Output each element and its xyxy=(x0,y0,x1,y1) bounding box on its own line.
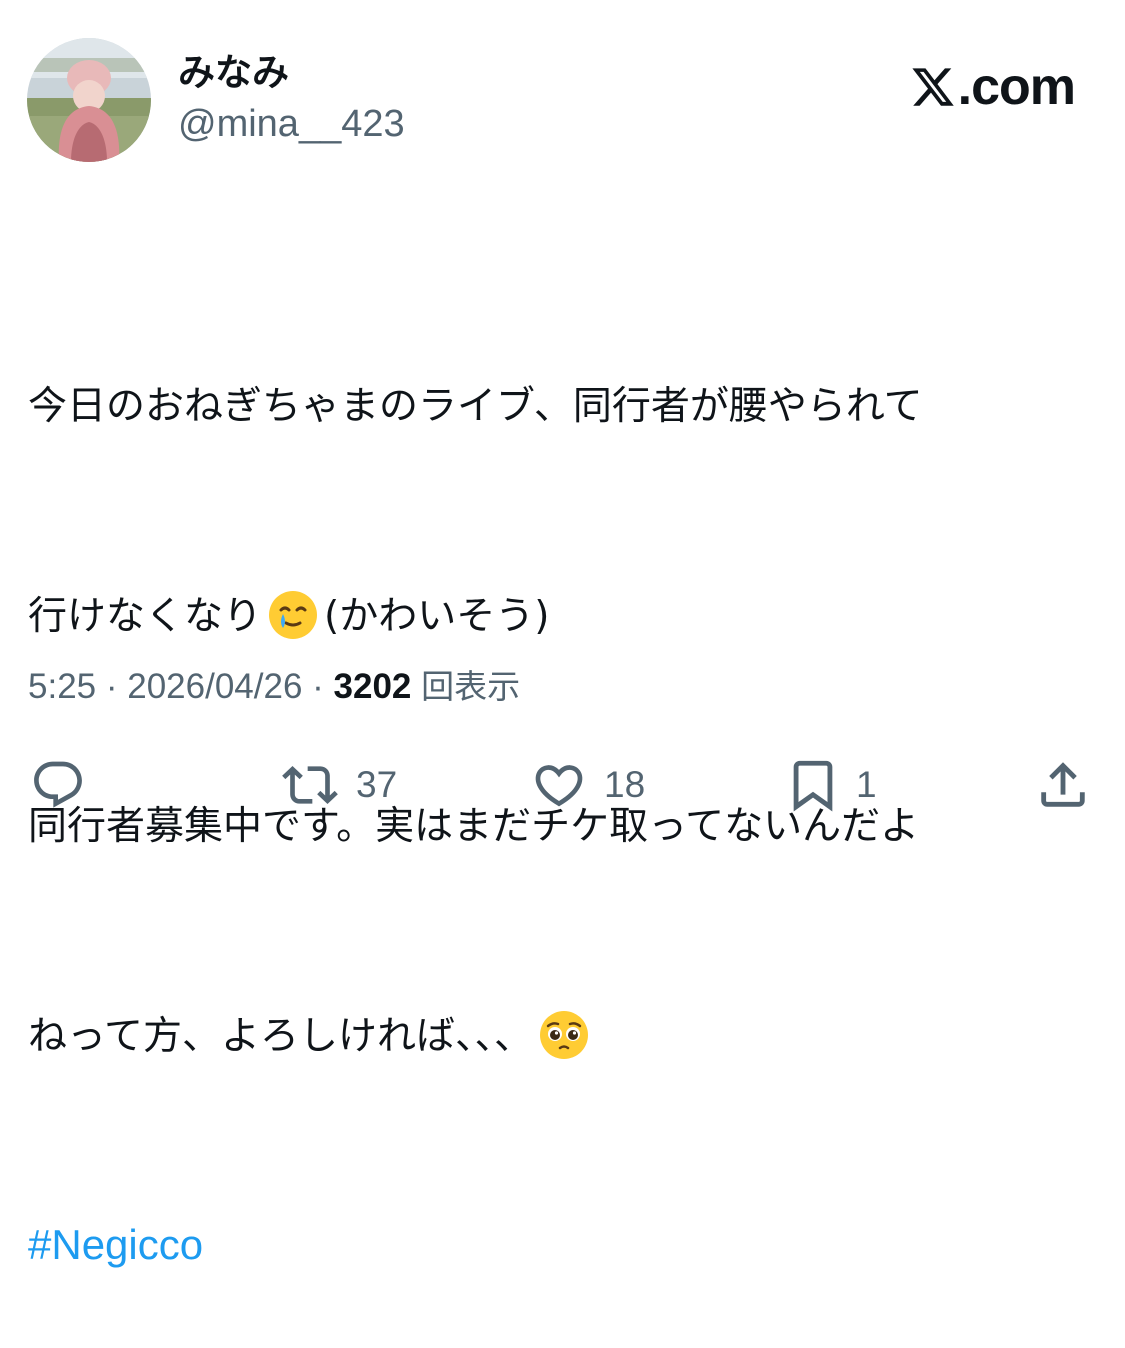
reply-button[interactable] xyxy=(30,757,86,813)
brand-logo: .com xyxy=(910,58,1076,116)
share-button[interactable] xyxy=(1034,757,1092,813)
pleading-face-emoji xyxy=(540,1010,589,1059)
tweet-line-2-start: 行けなくなり xyxy=(28,594,263,639)
display-name[interactable]: みなみ xyxy=(178,50,289,96)
retweet-icon xyxy=(282,766,338,804)
bookmark-icon xyxy=(793,760,833,812)
avatar-photo xyxy=(27,38,151,162)
views-label: 回表示 xyxy=(421,667,521,706)
hashtag-link[interactable]: #Negicco xyxy=(28,1212,1098,1278)
reply-icon xyxy=(34,761,82,808)
avatar[interactable] xyxy=(27,38,151,162)
share-icon xyxy=(1041,762,1085,807)
x-logo-icon xyxy=(912,68,954,106)
tweet-metadata: 5:25 · 2026/04/26 · 3202 回表示 xyxy=(28,662,520,712)
like-button[interactable]: 18 xyxy=(528,757,645,813)
tweet-line-1: 今日のおねぎちゃまのライブ、同行者が腰やられて xyxy=(28,384,923,429)
heart-icon xyxy=(535,765,583,807)
views-count: 3202 xyxy=(333,667,412,706)
like-count: 18 xyxy=(604,764,646,805)
tweet-time[interactable]: 5:25 xyxy=(28,667,96,706)
bookmark-count: 1 xyxy=(856,764,877,805)
tweet-line-2: 行けなくなり (かわいそう) xyxy=(28,582,1098,652)
meta-separator: · xyxy=(96,667,128,706)
tweet-line-2-end: (かわいそう) xyxy=(324,594,550,639)
user-handle[interactable]: @mina__423 xyxy=(178,101,405,147)
bookmark-button[interactable]: 1 xyxy=(784,757,877,813)
smiling-face-with-tear-emoji xyxy=(269,590,318,639)
retweet-count: 37 xyxy=(356,764,398,805)
tweet-line-4-text: ねって方、よろしければ、、、 xyxy=(28,1014,534,1059)
tweet-line-4: ねって方、よろしければ、、、 xyxy=(28,1002,1098,1072)
brand-domain: .com xyxy=(957,58,1076,116)
retweet-button[interactable]: 37 xyxy=(278,757,397,813)
meta-separator: · xyxy=(302,667,334,706)
tweet-date[interactable]: 2026/04/26 xyxy=(127,667,302,706)
